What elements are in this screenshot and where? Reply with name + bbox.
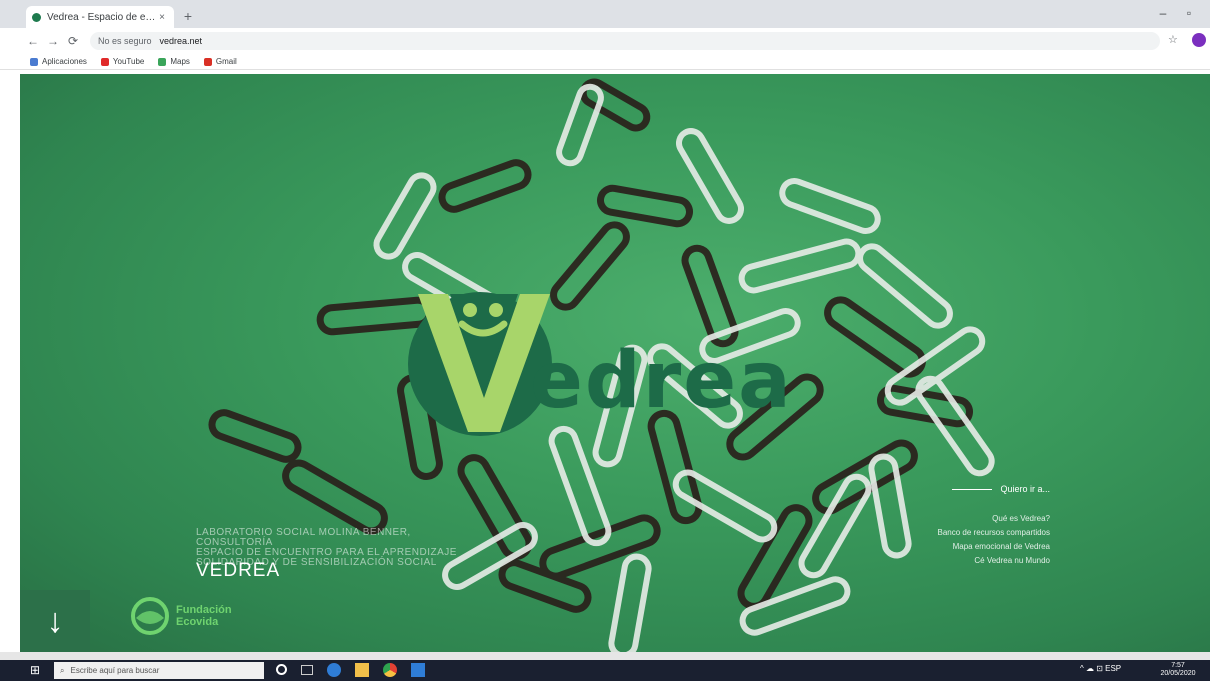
bookmark-label: YouTube (112, 57, 145, 66)
address-bar[interactable]: No es seguro vedrea.net (90, 32, 1160, 50)
clock-date: 20/05/2020 (1160, 670, 1196, 677)
mail-icon[interactable] (411, 663, 425, 677)
system-tray[interactable]: ^ ☁ ⊡ ESP (1080, 664, 1121, 673)
bookmark-gmail[interactable]: Gmail (203, 57, 237, 66)
windows-taskbar: ⊞ ⌕ Escribe aquí para buscar ^ ☁ ⊡ ESP 7… (0, 660, 1210, 681)
search-icon: ⌕ (60, 665, 65, 675)
hero-section: edrea LABORATORIO SOCIAL MOLINA BENNER, … (20, 74, 1210, 652)
forward-button[interactable]: → (46, 33, 60, 49)
brand-name: VEDREA (196, 560, 281, 581)
bookmark-maps[interactable]: Maps (158, 57, 190, 66)
reload-button[interactable]: ⟳ (66, 33, 80, 49)
bookmark-apps[interactable]: Aplicaciones (30, 57, 87, 66)
scroll-down-button[interactable]: ↓ (20, 590, 90, 652)
search-placeholder: Escribe aquí para buscar (70, 666, 160, 675)
tagline-line: LABORATORIO SOCIAL MOLINA BENNER, CONSUL… (196, 527, 411, 548)
partner-name: Fundación Ecovida (176, 604, 232, 628)
minimize-button[interactable]: – (1156, 6, 1170, 20)
gmail-icon (203, 57, 212, 66)
taskbar-search-input[interactable]: ⌕ Escribe aquí para buscar (54, 662, 264, 679)
menu-item-mapa-emocional[interactable]: Mapa emocional de Vedrea (930, 540, 1050, 554)
maximize-button[interactable]: ▫ (1182, 6, 1196, 20)
chrome-icon[interactable] (383, 663, 397, 677)
bookmark-label: Gmail (215, 57, 237, 66)
maps-icon (158, 57, 167, 66)
profile-avatar[interactable] (1192, 33, 1206, 47)
clock-time: 7:57 (1171, 662, 1185, 669)
edge-icon[interactable] (327, 663, 341, 677)
taskbar-pinned-apps (276, 663, 425, 677)
bookmark-label: Maps (170, 57, 190, 66)
globe-hands-icon (131, 597, 169, 635)
bookmarks-bar: Aplicaciones YouTube Maps Gmail (0, 54, 1210, 70)
bookmark-star-icon[interactable]: ☆ (1168, 33, 1178, 46)
menu-header: Quiero ir a... (930, 484, 1050, 494)
bookmark-label: Aplicaciones (42, 57, 87, 66)
youtube-icon (100, 57, 109, 66)
browser-toolbar: ← → ⟳ No es seguro vedrea.net (0, 28, 1210, 54)
menu-divider (952, 488, 993, 490)
menu-item-banco-recursos[interactable]: Banco de recursos compartidos (930, 526, 1051, 540)
new-tab-button[interactable]: + (180, 8, 196, 24)
taskbar-clock[interactable]: 7:57 20/05/2020 (1158, 662, 1198, 678)
menu-item-vedrea-mundo[interactable]: Cé Vedrea nu Mundo (930, 554, 1050, 568)
quick-nav-menu: Quiero ir a... Qué es Vedrea? Banco de r… (930, 484, 1051, 568)
vedrea-wordmark: edrea (530, 336, 793, 426)
arrow-down-icon: ↓ (46, 601, 64, 640)
security-label[interactable]: No es seguro (98, 36, 152, 46)
browser-tab[interactable]: Vedrea - Espacio de encuentro... × (26, 6, 174, 28)
site-favicon (32, 12, 41, 22)
file-explorer-icon[interactable] (355, 663, 369, 677)
task-view-icon[interactable] (301, 665, 313, 675)
tab-title: Vedrea - Espacio de encuentro... (47, 11, 156, 23)
back-button[interactable]: ← (26, 33, 40, 49)
menu-title: Quiero ir a... (1000, 484, 1050, 494)
windows-start-icon[interactable]: ⊞ (30, 664, 44, 677)
menu-item-que-es[interactable]: Qué es Vedrea? (930, 512, 1050, 526)
url-text: vedrea.net (159, 36, 203, 46)
partner-logo[interactable]: Fundación Ecovida (128, 596, 232, 636)
page-bottom-strip (0, 652, 1210, 660)
partner-line: Fundación (176, 604, 232, 616)
tab-close-icon[interactable]: × (156, 12, 168, 23)
partner-line: Ecovida (176, 616, 219, 628)
bookmark-youtube[interactable]: YouTube (100, 57, 145, 66)
cortana-icon[interactable] (276, 664, 287, 675)
browser-tabstrip: Vedrea - Espacio de encuentro... × + – ▫ (0, 0, 1210, 28)
apps-icon (30, 57, 38, 66)
